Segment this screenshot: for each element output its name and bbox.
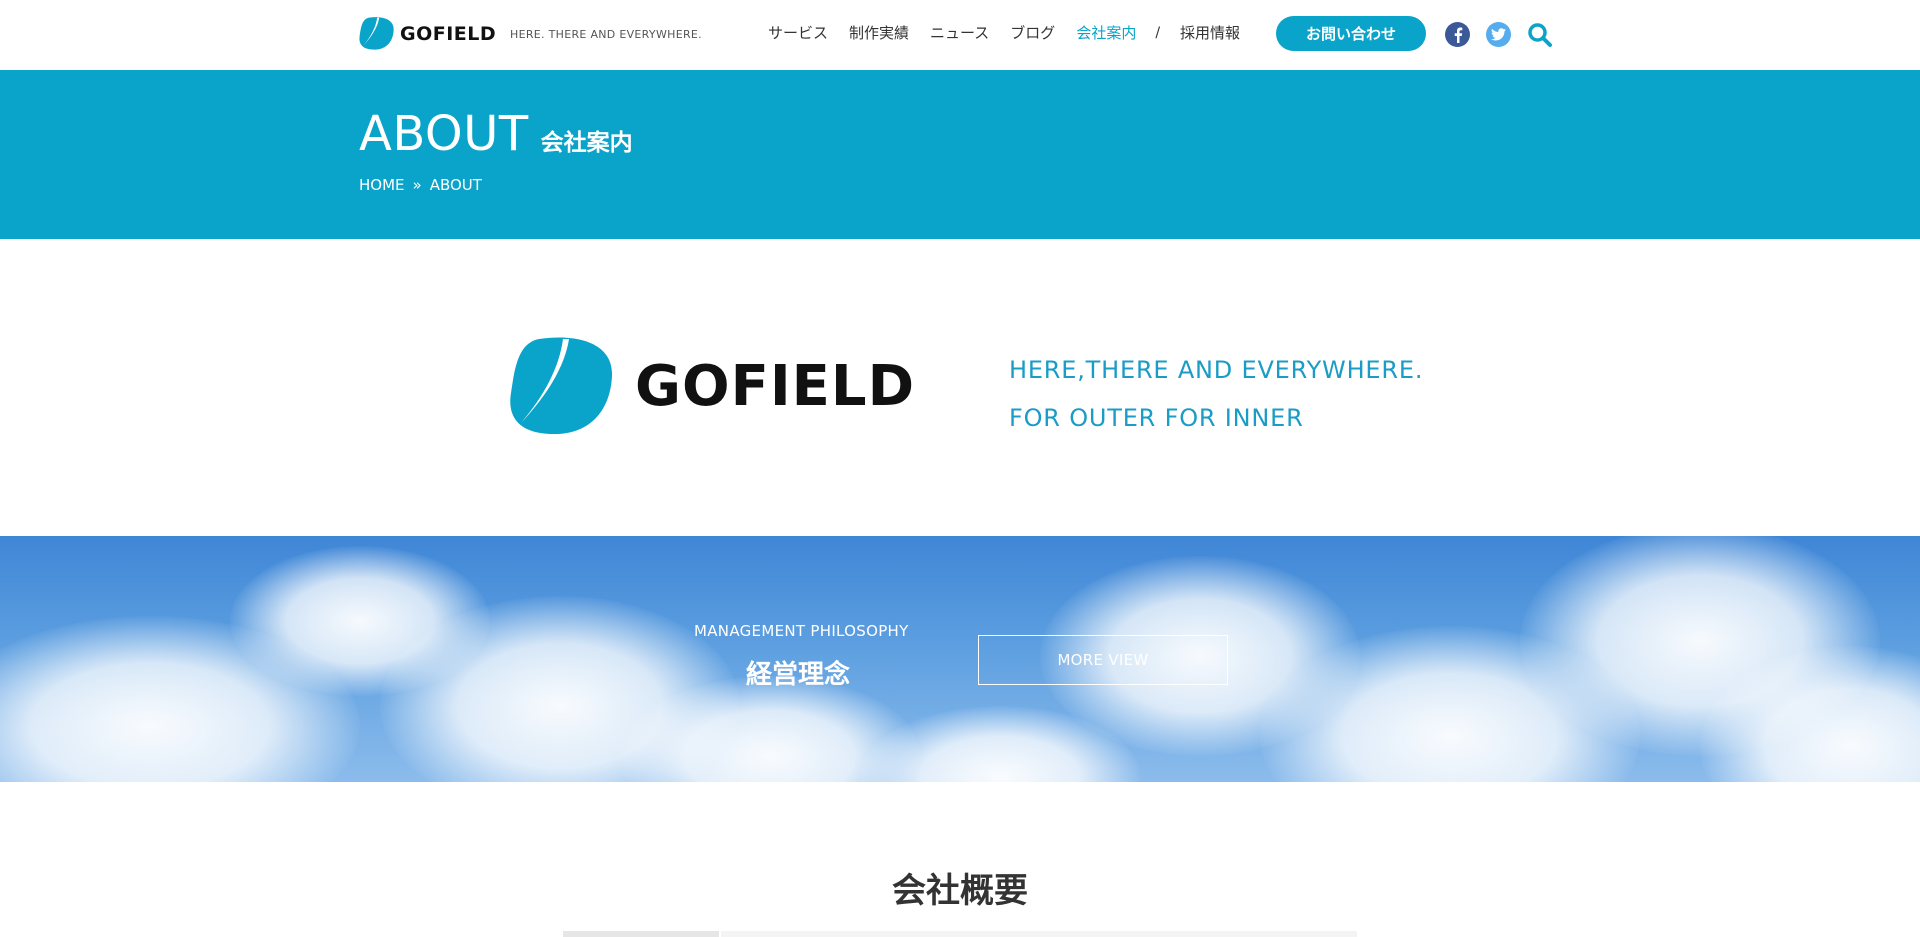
intro-logo-text: GOFIELD bbox=[635, 353, 916, 419]
philosophy-title: 経営理念 bbox=[746, 660, 851, 690]
nav-item-news[interactable]: ニュース bbox=[930, 22, 989, 43]
search-icon[interactable] bbox=[1527, 22, 1553, 48]
nav-item-recruit[interactable]: 採用情報 bbox=[1180, 22, 1240, 43]
site-tagline: HERE. THERE AND EVERYWHERE. bbox=[510, 28, 702, 41]
site-header: GOFIELD HERE. THERE AND EVERYWHERE. サービス… bbox=[0, 0, 1920, 70]
page-title-en: ABOUT bbox=[359, 106, 529, 162]
site-logo[interactable]: GOFIELD bbox=[359, 17, 496, 50]
nav-item-services[interactable]: サービス bbox=[768, 22, 828, 43]
main-nav: サービス 制作実績 ニュース ブログ 会社案内 / 採用情報 bbox=[768, 22, 1261, 43]
breadcrumb-home[interactable]: HOME bbox=[359, 176, 405, 194]
overview-table-value-cell bbox=[721, 931, 1357, 937]
gofield-logo-mark-icon bbox=[359, 17, 394, 50]
facebook-glyph-icon bbox=[1454, 27, 1462, 43]
philosophy-label: MANAGEMENT PHILOSOPHY bbox=[694, 622, 909, 640]
gofield-large-logo-mark-icon bbox=[510, 337, 613, 435]
motto: HERE,THERE AND EVERYWHERE. FOR OUTER FOR… bbox=[1009, 346, 1423, 442]
breadcrumb-current: ABOUT bbox=[429, 176, 482, 194]
nav-item-about[interactable]: 会社案内 bbox=[1076, 22, 1136, 43]
breadcrumb: HOME » ABOUT bbox=[359, 176, 490, 194]
logo-text: GOFIELD bbox=[400, 22, 497, 45]
twitter-bird-icon bbox=[1491, 28, 1506, 41]
page-title-ja: 会社案内 bbox=[540, 130, 633, 156]
overview-title: 会社概要 bbox=[892, 871, 1028, 911]
contact-button[interactable]: お問い合わせ bbox=[1276, 16, 1426, 51]
intro-logo: GOFIELD bbox=[509, 337, 915, 435]
facebook-icon[interactable] bbox=[1445, 22, 1470, 47]
nav-item-works[interactable]: 制作実績 bbox=[849, 22, 909, 43]
more-view-button[interactable]: MORE VIEW bbox=[978, 635, 1228, 685]
breadcrumb-separator: » bbox=[412, 176, 422, 194]
motto-line-1: HERE,THERE AND EVERYWHERE. bbox=[1009, 356, 1424, 384]
page-title: ABOUT 会社案内 bbox=[359, 106, 633, 162]
nav-separator: / bbox=[1155, 24, 1161, 41]
motto-line-2: FOR OUTER FOR INNER bbox=[1009, 404, 1304, 432]
page-header-band: ABOUT 会社案内 HOME » ABOUT bbox=[0, 70, 1920, 239]
magnifier-icon bbox=[1528, 23, 1552, 47]
nav-item-blog[interactable]: ブログ bbox=[1010, 22, 1055, 43]
philosophy-banner: MANAGEMENT PHILOSOPHY 経営理念 MORE VIEW bbox=[0, 536, 1920, 782]
overview-table-header-cell bbox=[563, 931, 719, 937]
twitter-icon[interactable] bbox=[1486, 22, 1511, 47]
